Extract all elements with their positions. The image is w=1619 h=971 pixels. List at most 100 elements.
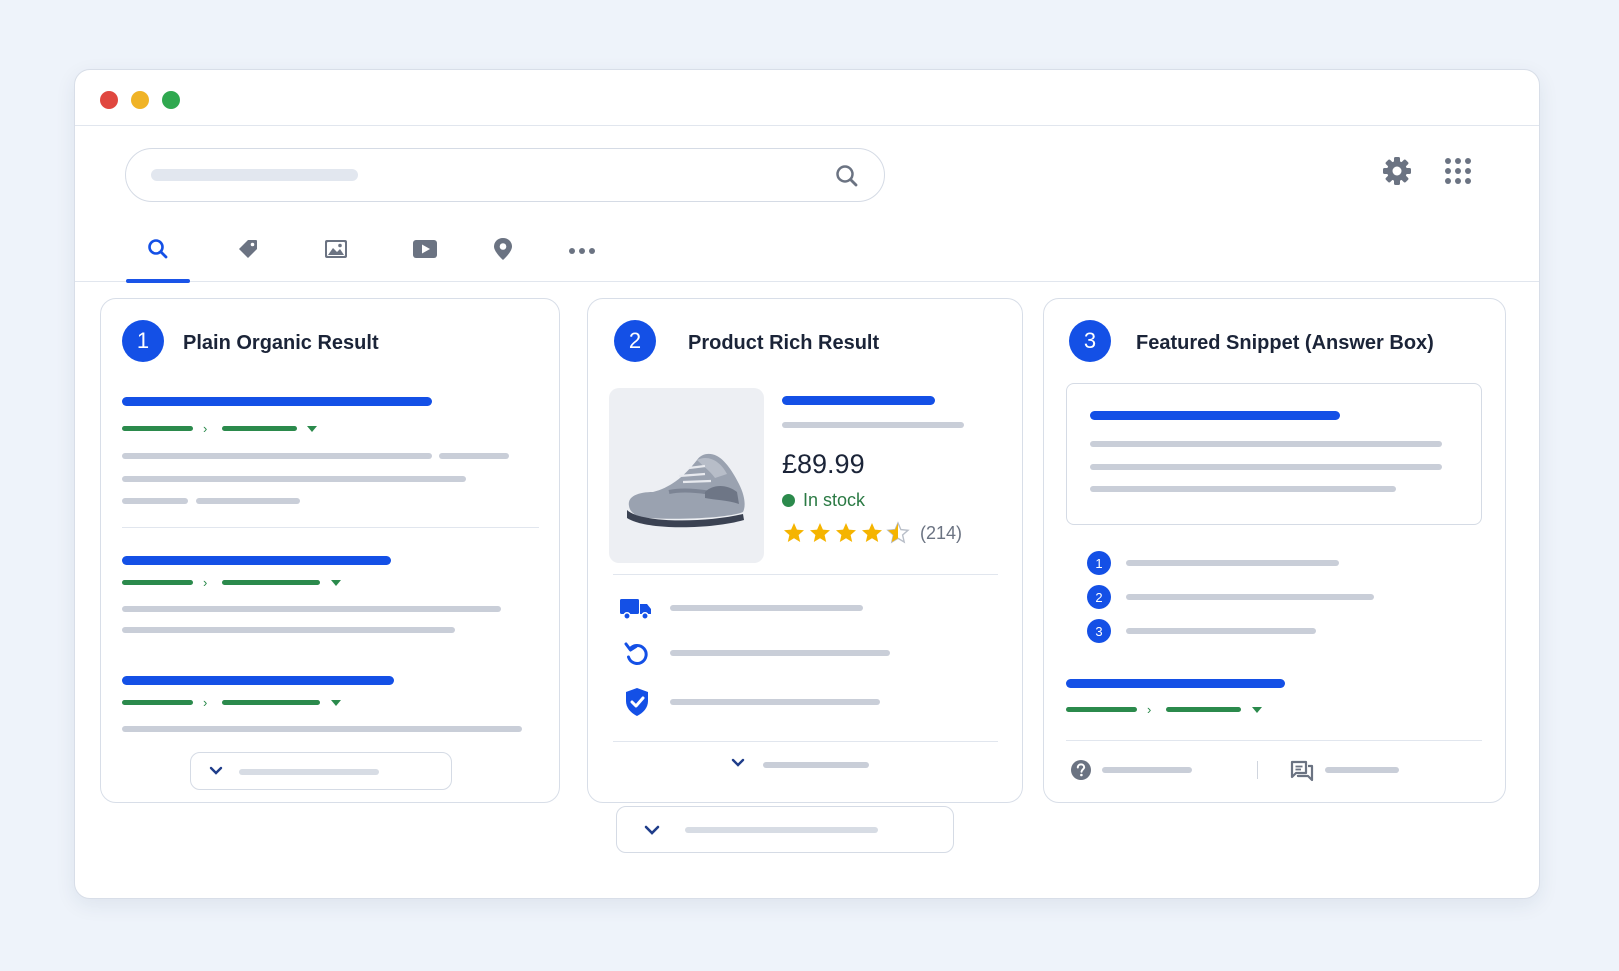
- location-pin-icon: [492, 237, 514, 266]
- breadcrumb-chevron-icon: ›: [203, 575, 208, 590]
- product-title-link[interactable]: [782, 396, 935, 405]
- step-text: [1126, 628, 1316, 634]
- image-icon: [324, 237, 348, 266]
- product-rich-result-card: 2 Product Rich Result £89.99 In stock (2…: [587, 298, 1023, 803]
- result-url-path: [222, 580, 320, 585]
- plain-organic-result-card: 1 Plain Organic Result › › ›: [100, 298, 560, 803]
- snippet-line: [122, 453, 432, 459]
- answer-line: [1090, 464, 1442, 470]
- answer-line: [1090, 441, 1442, 447]
- discussion-label[interactable]: [1325, 767, 1399, 773]
- snippet-line: [122, 476, 466, 482]
- result-url-path: [222, 426, 297, 431]
- show-more-button[interactable]: [190, 752, 452, 790]
- breadcrumb-chevron-icon: ›: [1147, 702, 1152, 717]
- search-placeholder: [151, 169, 358, 181]
- truck-icon: [619, 596, 653, 625]
- card-number-badge: 1: [122, 320, 164, 362]
- product-price: £89.99: [782, 449, 865, 479]
- card-title: Product Rich Result: [688, 332, 880, 354]
- dropdown-caret-icon[interactable]: [331, 700, 341, 706]
- chevron-down-icon: [208, 764, 224, 783]
- product-subtitle: [782, 422, 964, 428]
- snippet-line: [196, 498, 300, 504]
- tab-videos[interactable]: [393, 220, 457, 282]
- result-title-link[interactable]: [122, 397, 432, 406]
- result-title-link[interactable]: [122, 676, 394, 685]
- product-image[interactable]: [609, 388, 764, 563]
- feedback-label[interactable]: [1102, 767, 1192, 773]
- stock-label: In stock: [803, 490, 866, 510]
- sneaker-icon: [627, 453, 745, 528]
- maximize-button[interactable]: [162, 91, 180, 109]
- answer-box: [1066, 383, 1482, 525]
- star-icon: [810, 523, 830, 542]
- half-star-icon: [886, 521, 910, 544]
- return-icon: [623, 640, 651, 673]
- result-url: [122, 580, 193, 585]
- star-icon: [836, 523, 856, 542]
- returns-info: [670, 650, 890, 656]
- source-title-link[interactable]: [1066, 679, 1285, 688]
- close-button[interactable]: [100, 91, 118, 109]
- shipping-info: [670, 605, 863, 611]
- card-title: Featured Snippet (Answer Box): [1136, 332, 1434, 354]
- minimize-button[interactable]: [131, 91, 149, 109]
- tab-images[interactable]: [304, 220, 368, 282]
- snippet-line: [122, 498, 188, 504]
- snippet-line: [122, 726, 522, 732]
- warranty-info: [670, 699, 880, 705]
- search-icon: [146, 237, 170, 266]
- separator: [1257, 761, 1258, 779]
- tab-search[interactable]: [126, 220, 190, 283]
- result-title-link[interactable]: [122, 556, 391, 565]
- result-url: [122, 700, 193, 705]
- shield-icon: [624, 687, 650, 722]
- answer-line: [1090, 486, 1396, 492]
- divider: [122, 527, 539, 528]
- chevron-down-icon[interactable]: [730, 756, 746, 775]
- step-text: [1126, 594, 1374, 600]
- divider: [1066, 740, 1482, 741]
- tab-bar: [75, 220, 1539, 283]
- breadcrumb-chevron-icon: ›: [203, 421, 208, 436]
- tag-icon: [236, 237, 260, 266]
- dropdown-caret-icon[interactable]: [331, 580, 341, 586]
- load-more-button[interactable]: [616, 806, 954, 853]
- step-text: [1126, 560, 1339, 566]
- search-icon[interactable]: [834, 163, 860, 194]
- tab-shopping[interactable]: [216, 220, 280, 282]
- snippet-line: [122, 606, 501, 612]
- load-more-label: [685, 827, 878, 833]
- stock-status: In stock: [782, 490, 865, 511]
- search-input[interactable]: [125, 148, 885, 202]
- show-more-label: [239, 769, 379, 775]
- apps-grid-icon[interactable]: [1443, 156, 1473, 191]
- help-icon[interactable]: [1070, 759, 1092, 786]
- divider: [613, 741, 998, 742]
- result-url: [122, 426, 193, 431]
- result-url-path: [222, 700, 320, 705]
- chevron-down-icon: [643, 823, 661, 842]
- dropdown-caret-icon[interactable]: [307, 426, 317, 432]
- tab-maps[interactable]: [471, 220, 535, 282]
- dropdown-caret-icon[interactable]: [1252, 707, 1262, 713]
- settings-icon[interactable]: [1382, 156, 1412, 191]
- more-dots-icon: [568, 242, 596, 260]
- title-bar: [75, 70, 1539, 126]
- tab-more[interactable]: [550, 220, 614, 282]
- card-title: Plain Organic Result: [183, 332, 379, 354]
- rating-stars: (214): [782, 521, 962, 545]
- in-stock-dot-icon: [782, 494, 795, 507]
- featured-snippet-card: 3 Featured Snippet (Answer Box) 1 2 3 ›: [1043, 298, 1506, 803]
- snippet-line: [122, 627, 455, 633]
- video-icon: [412, 237, 438, 266]
- step-number: 1: [1087, 551, 1111, 575]
- star-icon: [862, 523, 882, 542]
- more-details-label[interactable]: [763, 762, 869, 768]
- review-count[interactable]: (214): [920, 523, 962, 544]
- snippet-line: [439, 453, 509, 459]
- step-number: 2: [1087, 585, 1111, 609]
- forum-icon[interactable]: [1290, 760, 1314, 787]
- breadcrumb-chevron-icon: ›: [203, 695, 208, 710]
